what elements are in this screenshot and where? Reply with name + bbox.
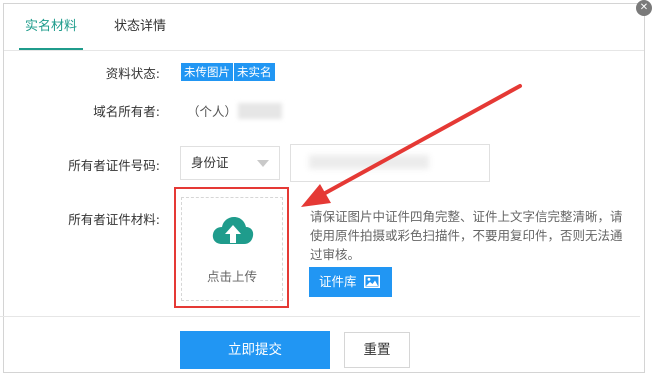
annotation-arrow [301, 84, 522, 207]
